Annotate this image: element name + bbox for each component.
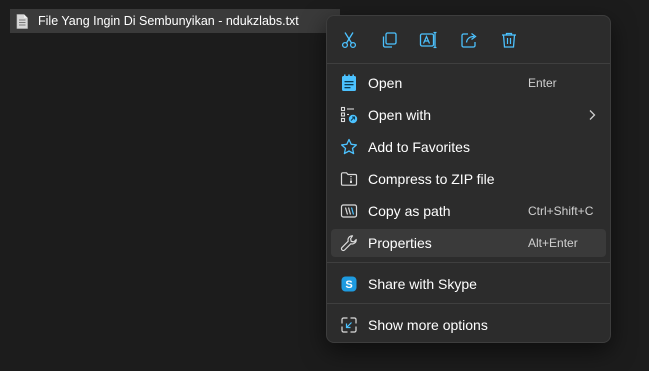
menu-item-label: Copy as path: [368, 203, 451, 219]
context-menu: Open Enter Open with Add to Favorites Co…: [326, 15, 611, 343]
quick-actions-bar: [327, 16, 610, 63]
copy-icon: [382, 32, 397, 48]
menu-item-label: Add to Favorites: [368, 139, 470, 155]
share-icon: [461, 32, 477, 48]
scissors-icon: [341, 32, 357, 49]
menu-item-label: Open: [368, 75, 403, 91]
skype-icon: S: [339, 274, 359, 294]
notepad-icon: [339, 73, 359, 93]
rename-icon: [419, 31, 437, 49]
menu-item-open-with[interactable]: Open with: [331, 101, 606, 129]
cut-button[interactable]: [335, 27, 363, 53]
svg-text:S: S: [345, 279, 352, 291]
more-options-icon: [339, 315, 359, 335]
chevron-right-icon: [589, 110, 596, 120]
menu-divider: [327, 303, 610, 304]
text-file-icon: [14, 13, 30, 29]
menu-item-add-to-favorites[interactable]: Add to Favorites: [331, 133, 606, 161]
open-with-icon: [339, 105, 359, 125]
zip-folder-icon: [339, 169, 359, 189]
share-button[interactable]: [455, 27, 483, 53]
file-name: File Yang Ingin Di Sembunyikan - ndukzla…: [38, 14, 299, 28]
menu-item-show-more-options[interactable]: Show more options: [331, 311, 606, 339]
menu-item-shortcut: Alt+Enter: [528, 236, 578, 250]
quick-bar-divider: [327, 63, 610, 64]
menu-item-share-with-skype[interactable]: S Share with Skype: [331, 270, 606, 298]
menu-item-shortcut: Enter: [528, 76, 557, 90]
menu-item-shortcut: Ctrl+Shift+C: [528, 204, 594, 218]
menu-item-label: Show more options: [368, 317, 488, 333]
selected-file-row[interactable]: File Yang Ingin Di Sembunyikan - ndukzla…: [10, 9, 340, 33]
menu-item-properties[interactable]: Properties Alt+Enter: [331, 229, 606, 257]
menu-item-copy-as-path[interactable]: Copy as path Ctrl+Shift+C: [331, 197, 606, 225]
trash-icon: [502, 32, 516, 48]
star-icon: [339, 137, 359, 157]
menu-item-label: Share with Skype: [368, 276, 477, 292]
menu-item-label: Properties: [368, 235, 432, 251]
copy-button[interactable]: [375, 27, 403, 53]
menu-item-label: Open with: [368, 107, 432, 123]
menu-divider: [327, 262, 610, 263]
wrench-icon: [339, 233, 359, 253]
copy-path-icon: [339, 201, 359, 221]
rename-button[interactable]: [415, 27, 443, 53]
menu-item-compress-zip[interactable]: Compress to ZIP file: [331, 165, 606, 193]
delete-button[interactable]: [495, 27, 523, 53]
menu-item-label: Compress to ZIP file: [368, 171, 495, 187]
menu-item-open[interactable]: Open Enter: [331, 69, 606, 97]
